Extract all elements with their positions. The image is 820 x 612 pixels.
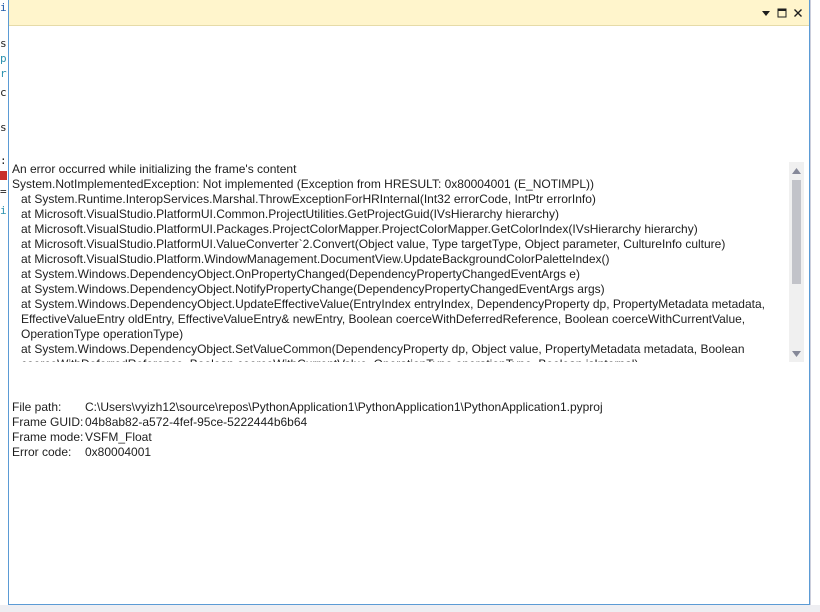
screen: i s p r c s: = i An error occurred while…: [0, 0, 820, 612]
close-icon: [794, 9, 802, 17]
maximize-icon: [777, 8, 787, 18]
gutter-fragment: i: [0, 1, 7, 14]
error-code-value: 0x80004001: [85, 445, 152, 459]
frame-mode-row: Frame mode: VSFM_Float: [12, 430, 603, 445]
close-button[interactable]: [791, 6, 805, 20]
error-code-label: Error code:: [12, 445, 72, 459]
stack-trace-line: at Microsoft.VisualStudio.Platform.Windo…: [21, 252, 610, 266]
file-path-row: File path: C:\Users\vyizh12\source\repos…: [12, 400, 603, 415]
scroll-up-icon: [792, 167, 801, 174]
frame-guid-value: 04b8ab82-a572-4fef-95ce-5222444b6b64: [85, 415, 308, 429]
scroll-up-button[interactable]: [789, 162, 804, 179]
frame-details: File path: C:\Users\vyizh12\source\repos…: [12, 400, 603, 460]
file-path-value: C:\Users\vyizh12\source\repos\PythonAppl…: [85, 400, 603, 414]
stack-trace-line: at Microsoft.VisualStudio.PlatformUI.Val…: [21, 237, 726, 251]
error-message-text: An error occurred while initializing the…: [12, 162, 789, 362]
frame-mode-value: VSFM_Float: [85, 430, 152, 444]
gutter-fragment: r: [0, 67, 7, 80]
bottom-strip: [0, 605, 820, 612]
window-titlebar[interactable]: [9, 0, 809, 26]
gutter-fragment: =: [0, 185, 7, 198]
gutter-fragment: :: [0, 154, 7, 167]
error-message-box[interactable]: An error occurred while initializing the…: [12, 162, 804, 362]
dropdown-arrow-icon: [762, 11, 770, 16]
vertical-scrollbar[interactable]: [789, 162, 804, 362]
stack-trace-line: at System.Windows.DependencyObject.OnPro…: [21, 267, 580, 281]
gutter-fragment: c: [0, 86, 7, 99]
stack-trace-line: at System.Windows.DependencyObject.Updat…: [21, 297, 765, 341]
editor-gutter: i s p r c s: = i: [0, 0, 8, 612]
error-marker: [0, 171, 7, 180]
scroll-down-button[interactable]: [789, 345, 804, 362]
frame-mode-label: Frame mode:: [12, 430, 84, 444]
scrollbar-thumb[interactable]: [792, 180, 801, 284]
maximize-button[interactable]: [775, 6, 789, 20]
editor-edge: [810, 0, 811, 612]
stack-trace-line: at System.Runtime.InteropServices.Marsha…: [21, 192, 596, 206]
stack-trace-line: at Microsoft.VisualStudio.PlatformUI.Com…: [21, 207, 559, 221]
frame-guid-row: Frame GUID: 04b8ab82-a572-4fef-95ce-5222…: [12, 415, 603, 430]
stack-trace-line: at Microsoft.VisualStudio.PlatformUI.Pac…: [21, 222, 698, 236]
error-heading: An error occurred while initializing the…: [12, 162, 297, 176]
gutter-fragment: s: [0, 37, 7, 50]
file-path-label: File path:: [12, 400, 62, 414]
gutter-fragment: i: [0, 204, 7, 217]
stack-trace-line: at System.Windows.DependencyObject.Notif…: [21, 282, 605, 296]
scroll-down-icon: [792, 350, 801, 357]
frame-guid-label: Frame GUID:: [12, 415, 84, 429]
error-tool-window: An error occurred while initializing the…: [8, 0, 810, 605]
titlebar-buttons: [759, 6, 805, 20]
gutter-fragment: p: [0, 52, 7, 65]
stack-trace-line: at System.Windows.DependencyObject.SetVa…: [21, 342, 745, 362]
gutter-fragment: s: [0, 121, 7, 134]
editor-background-right: [810, 0, 820, 612]
error-code-row: Error code: 0x80004001: [12, 445, 603, 460]
exception-line: System.NotImplementedException: Not impl…: [12, 177, 595, 191]
dropdown-button[interactable]: [759, 6, 773, 20]
